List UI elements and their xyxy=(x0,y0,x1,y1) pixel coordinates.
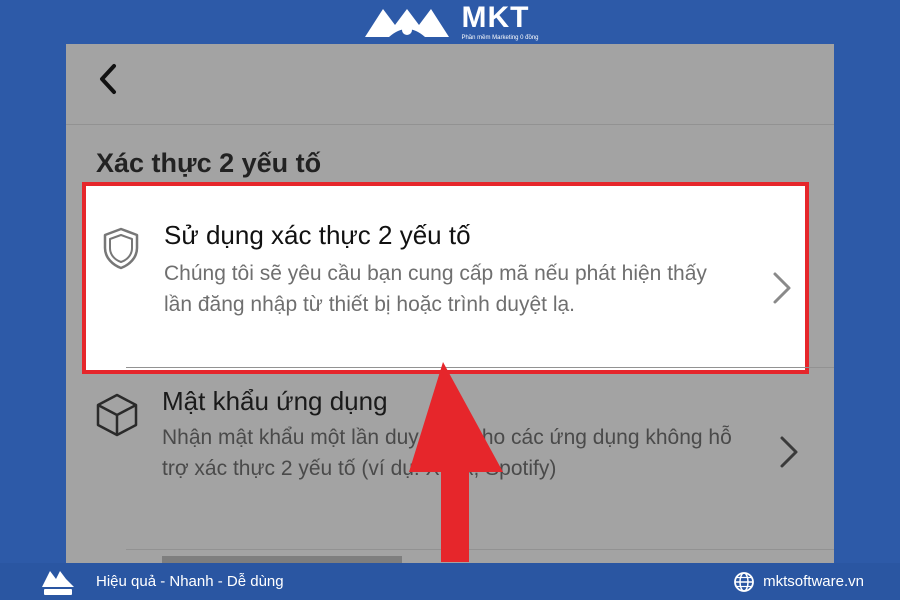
website-link[interactable]: mktsoftware.vn xyxy=(763,573,864,590)
row-title: Sử dụng xác thực 2 yếu tố xyxy=(164,220,471,250)
footer-bar: Hiệu quả - Nhanh - Dễ dùng mktsoftware.v… xyxy=(0,563,900,600)
divider xyxy=(66,124,834,125)
footer-right: mktsoftware.vn xyxy=(733,571,900,593)
globe-icon xyxy=(734,571,755,592)
brand-name: MKT xyxy=(461,1,530,34)
shield-icon xyxy=(103,227,139,270)
footer-left: Hiệu quả - Nhanh - Dễ dùng xyxy=(0,567,284,597)
brand-header: MKT Phần mềm Marketing 0 đồng xyxy=(0,0,900,44)
footer-slogan: Hiệu quả - Nhanh - Dễ dùng xyxy=(96,573,284,590)
brand-text: MKT Phần mềm Marketing 0 đồng xyxy=(461,1,539,42)
chevron-right-icon xyxy=(773,272,791,304)
back-button[interactable] xyxy=(96,62,122,96)
brand-tagline: Phần mềm Marketing 0 đồng xyxy=(461,35,539,41)
mkt-logo-icon xyxy=(365,9,450,37)
brand-logo-group: MKT Phần mềm Marketing 0 đồng xyxy=(361,1,539,42)
row-description: Chúng tôi sẽ yêu cầu bạn cung cấp mã nếu… xyxy=(164,262,707,316)
chevron-left-icon xyxy=(100,64,116,94)
use-two-factor-row[interactable]: Sử dụng xác thực 2 yếu tố Chúng tôi sẽ y… xyxy=(82,182,809,374)
mkt-logo-icon xyxy=(42,570,74,595)
row-title: Mật khẩu ứng dụng xyxy=(162,386,388,416)
chevron-right-icon xyxy=(780,436,798,468)
page-title: Xác thực 2 yếu tố xyxy=(96,148,322,178)
cube-icon xyxy=(96,393,138,437)
red-arrow-up-icon xyxy=(409,362,503,562)
